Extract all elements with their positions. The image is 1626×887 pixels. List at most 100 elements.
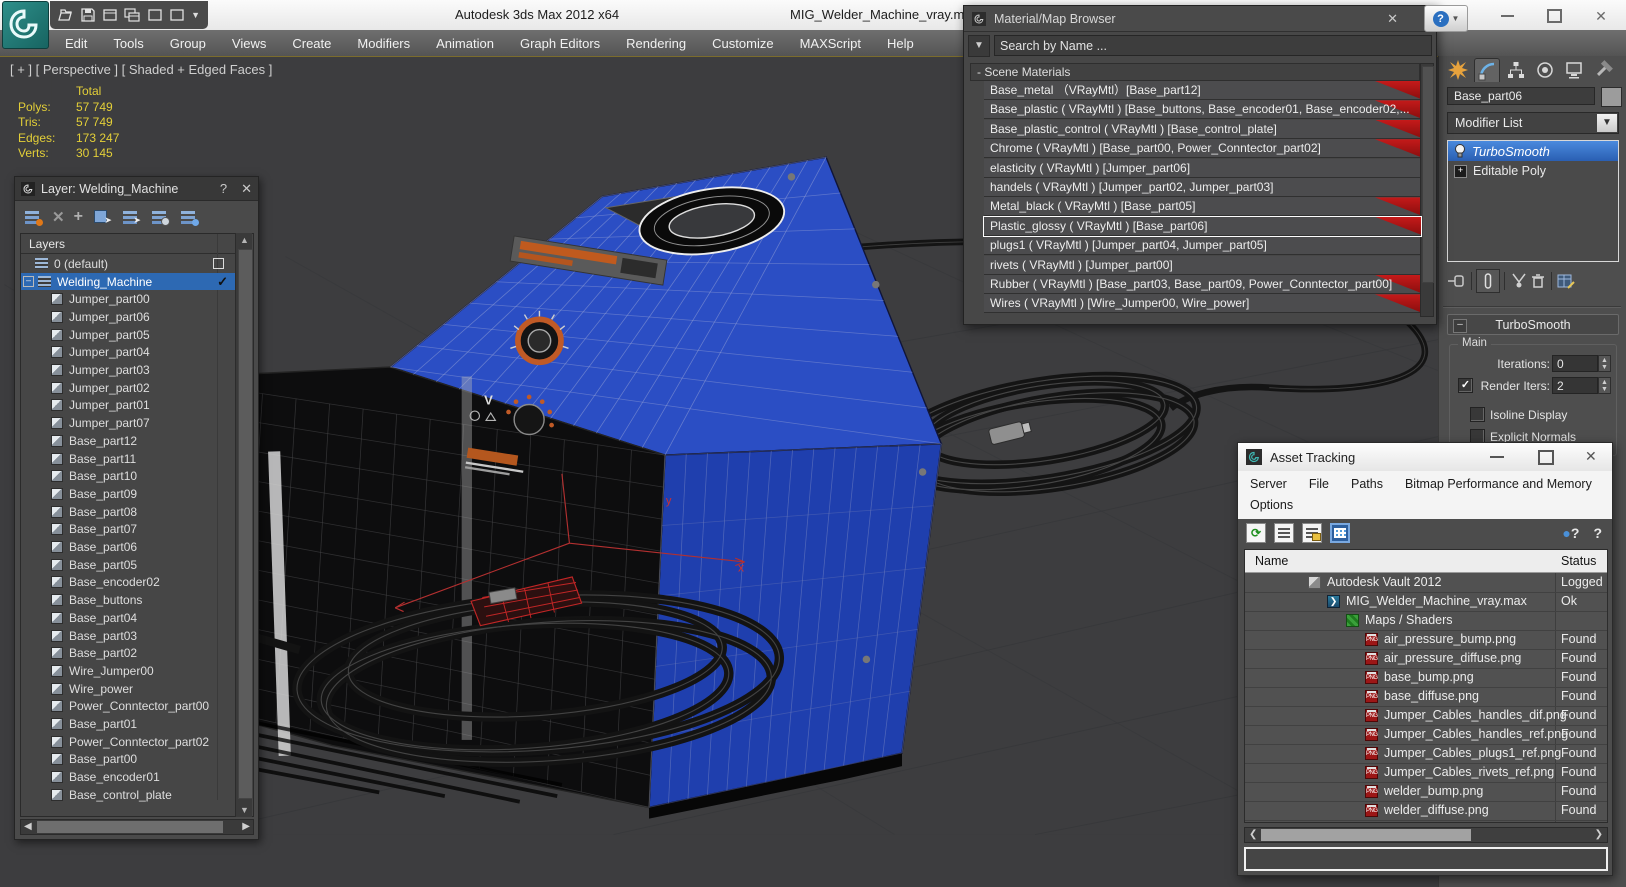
menu-customize[interactable]: Customize [699,36,786,51]
context-help-icon[interactable]: ? [1593,525,1602,541]
isoline-display-checkbox[interactable] [1470,407,1485,422]
layer-object-row[interactable]: Wire_Jumper00 [21,662,236,680]
asset-horizontal-scrollbar[interactable]: ❮ ❯ [1244,827,1608,843]
window-minimize-button[interactable] [1490,6,1524,26]
layer-object-row[interactable]: Base_encoder02 [21,574,236,592]
asset-row[interactable]: PNG air_pressure_bump.png Found [1245,630,1607,650]
layer-properties-icon[interactable] [179,208,199,226]
material-item[interactable]: Base_plastic_control ( VRayMtl ) [Base_c… [984,119,1421,139]
menu-maxscript[interactable]: MAXScript [787,36,874,51]
asset-row[interactable]: ❯ MIG_Welder_Machine_vray.max Ok [1245,592,1607,612]
asset-menu-options[interactable]: Options [1250,498,1293,512]
material-item[interactable]: elasticity ( VRayMtl ) [Jumper_part06] [984,158,1421,178]
layer-help-button[interactable]: ? [220,181,227,196]
layer-close-icon[interactable]: ✕ [241,181,252,197]
layer-object-row[interactable]: Base_part09 [21,485,236,503]
asset-row[interactable]: PNG base_bump.png Found [1245,668,1607,688]
material-item[interactable]: Base_metal （VRayMtl）[Base_part12] [984,81,1421,100]
menu-edit[interactable]: Edit [52,36,100,51]
menu-views[interactable]: Views [219,36,279,51]
layer-object-row[interactable]: Base_part03 [21,627,236,645]
material-browser-titlebar[interactable]: Material/Map Browser ✕ [964,6,1436,32]
layer-object-row[interactable]: Jumper_part07 [21,414,236,432]
material-item[interactable]: plugs1 ( VRayMtl ) [Jumper_part04, Jumpe… [984,236,1421,256]
search-options-dropdown-icon[interactable]: ▼ [968,34,990,57]
layer-object-row[interactable]: Base_part07 [21,521,236,539]
material-item[interactable]: Chrome ( VRayMtl ) [Base_part00, Power_C… [984,139,1421,159]
layer-object-row[interactable]: Jumper_part00 [21,290,236,308]
stack-item-turbosmooth[interactable]: TurboSmooth [1448,141,1618,161]
layer-object-row[interactable]: Power_Conntector_part02 [21,733,236,751]
refresh-icon[interactable]: ⟳ [1246,523,1266,543]
tab-motion-icon[interactable] [1532,58,1558,82]
asset-row[interactable]: PNG welder_bump.png Found [1245,782,1607,802]
layer-object-row[interactable]: Base_encoder01 [21,768,236,786]
menu-tools[interactable]: Tools [100,36,156,51]
menu-group[interactable]: Group [157,36,219,51]
material-item-selected[interactable]: Plastic_glossy ( VRayMtl ) [Base_part06] [983,215,1422,237]
scene-materials-group-header[interactable]: - Scene Materials [970,63,1420,81]
add-to-layer-icon[interactable]: + [74,208,83,226]
asset-menu-paths[interactable]: Paths [1351,477,1383,491]
make-unique-icon[interactable] [1509,272,1529,290]
tab-hierarchy-icon[interactable] [1503,58,1529,82]
layer-object-row[interactable]: Jumper_part06 [21,308,236,326]
menu-animation[interactable]: Animation [423,36,507,51]
details-view-icon[interactable] [1274,523,1294,543]
menu-modifiers[interactable]: Modifiers [344,36,423,51]
material-search-input[interactable] [994,35,1432,56]
layer-object-row[interactable]: Base_part00 [21,751,236,769]
delete-layer-icon[interactable]: ✕ [52,208,65,226]
layer-object-row[interactable]: Base_part11 [21,450,236,468]
layer-object-row[interactable]: Jumper_part01 [21,397,236,415]
window-maximize-button[interactable] [1537,6,1571,26]
asset-row[interactable]: PNG base_diffuse.png Found [1245,687,1607,707]
object-color-swatch[interactable] [1601,87,1622,107]
object-name-field[interactable]: Base_part06 [1447,87,1595,105]
menu-rendering[interactable]: Rendering [613,36,699,51]
layer-object-row[interactable]: Base_control_plate [21,786,236,804]
layer-object-row[interactable]: Base_part06 [21,538,236,556]
render-iters-field[interactable]: 2 [1552,377,1598,394]
asset-menu-server[interactable]: Server [1250,477,1287,491]
material-item[interactable]: Metal_black ( VRayMtl ) [Base_part05] [984,197,1421,217]
create-new-layer-icon[interactable] [23,208,43,226]
max-logo-button[interactable] [2,1,49,49]
asset-row[interactable]: PNG Jumper_Cables_handles_ref.png Found [1245,725,1607,745]
tab-create-icon[interactable] [1445,58,1471,82]
viewport-label[interactable]: [ + ] [ Perspective ] [ Shaded + Edged F… [10,62,272,77]
save-file-icon[interactable] [80,7,95,23]
lightbulb-icon[interactable] [1453,143,1467,159]
asset-maximize-button[interactable] [1538,450,1554,465]
pin-stack-icon[interactable] [1447,272,1467,290]
manage-scenes-icon[interactable] [124,7,141,23]
highlight-layer-icon[interactable] [150,208,170,226]
remove-modifier-icon[interactable] [1529,272,1547,290]
asset-tracking-titlebar[interactable]: Asset Tracking ✕ [1238,443,1612,471]
material-item[interactable]: Rubber ( VRayMtl ) [Base_part03, Base_pa… [984,275,1421,294]
set-current-layer-icon[interactable]: ➤ [121,208,141,226]
modifier-list-dropdown[interactable]: Modifier List ▼ [1447,112,1619,134]
redo-icon[interactable] [169,7,184,23]
layer-object-row[interactable]: Power_Conntector_part00 [21,698,236,716]
menu-help[interactable]: Help [874,36,927,51]
expand-icon[interactable]: + [1454,164,1467,178]
material-item[interactable]: Base_plastic ( VRayMtl ) [Base_buttons, … [984,100,1421,120]
layer-current-checkmark[interactable]: ✓ [217,274,228,290]
path-view-icon[interactable] [1302,523,1322,543]
iterations-spinner[interactable]: ▲ ▼ [1598,355,1611,372]
asset-row[interactable]: PNG welder_diffuse.png Found [1245,801,1607,821]
iterations-field[interactable]: 0 [1552,355,1598,372]
asset-menu-file[interactable]: File [1309,477,1329,491]
layer-object-row[interactable]: Base_part12 [21,432,236,450]
layers-column-header[interactable]: Layers [21,234,236,254]
turbosmooth-rollout-header[interactable]: – TurboSmooth [1447,314,1619,335]
asset-table-header[interactable]: Name Status [1245,550,1607,573]
layer-horizontal-scrollbar[interactable]: ◀ ▶ [20,819,254,835]
layer-object-row[interactable]: Base_part05 [21,556,236,574]
layer-object-row[interactable]: Base_part08 [21,503,236,521]
new-scene-icon[interactable] [102,7,117,23]
asset-row[interactable]: Autodesk Vault 2012Logged Out [1245,573,1607,593]
select-objects-in-layer-icon[interactable]: ➤ [92,208,112,226]
asset-row[interactable]: PNG Jumper_Cables_handles_dif.png Found [1245,706,1607,726]
